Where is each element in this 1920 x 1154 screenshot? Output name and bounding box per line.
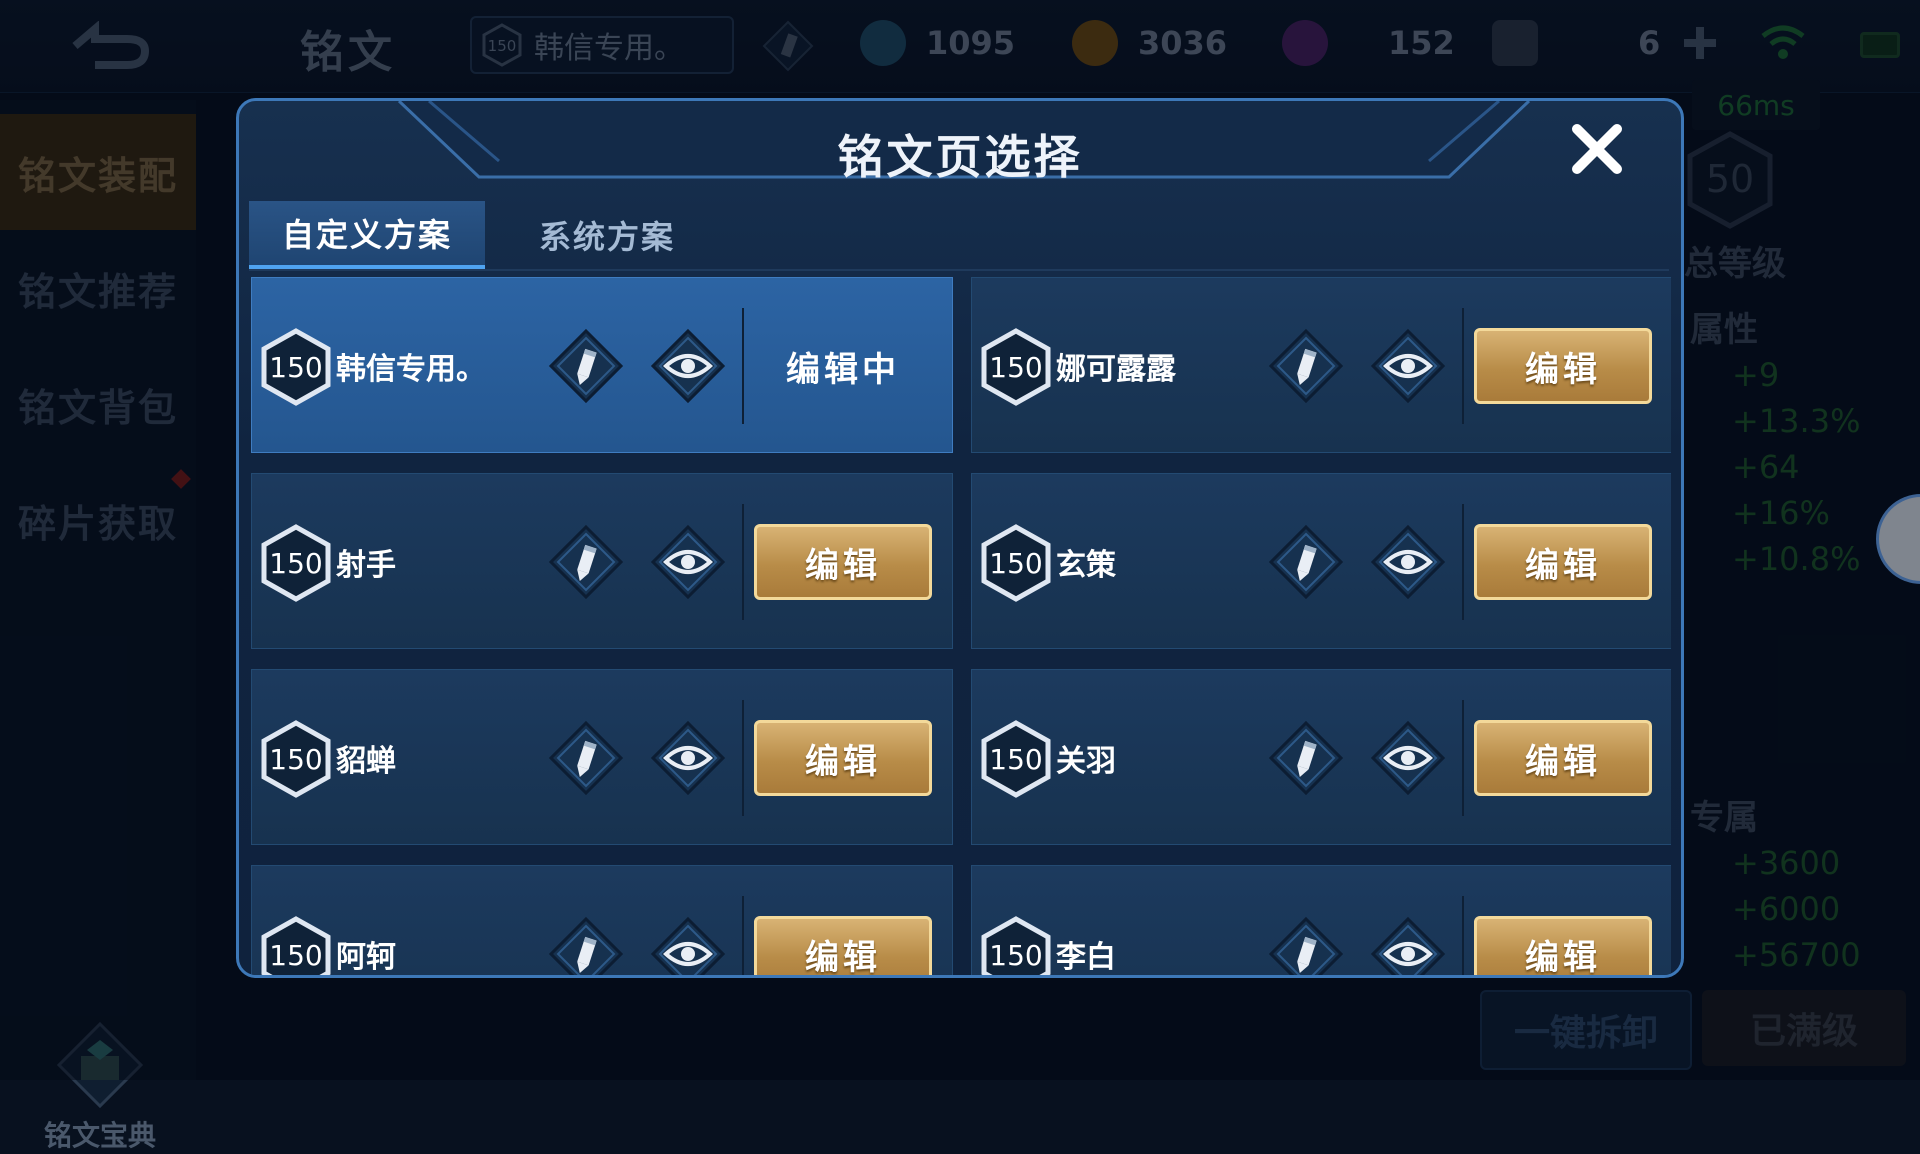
rune-page-grid: 150 韩信专用。 编辑中 150 娜可露露 编辑 150 射手 编辑 150 玄策 编辑 150 貂蝉编…: [251, 277, 1671, 977]
preview-eye-icon[interactable]: [1370, 524, 1446, 600]
card-divider: [1462, 308, 1464, 424]
rune-page-card[interactable]: 150 貂蝉 编辑: [251, 669, 953, 845]
rename-pencil-icon[interactable]: [548, 524, 624, 600]
page-level: 150: [989, 939, 1042, 972]
card-divider: [742, 504, 744, 620]
edit-button[interactable]: 编辑: [1474, 916, 1652, 975]
rename-pencil-icon[interactable]: [548, 916, 624, 977]
page-name: 貂蝉: [336, 744, 396, 779]
dialog-header: 铭文页选择: [239, 101, 1681, 195]
rune-page-card[interactable]: 150 玄策 编辑: [971, 473, 1671, 649]
rune-page-card[interactable]: 150 射手 编辑: [251, 473, 953, 649]
rename-pencil-icon[interactable]: [1268, 720, 1344, 796]
close-icon[interactable]: [1569, 121, 1625, 177]
page-level: 150: [989, 351, 1042, 384]
preview-eye-icon[interactable]: [1370, 720, 1446, 796]
page-name: 关羽: [1056, 744, 1116, 779]
edit-button[interactable]: 编辑: [754, 524, 932, 600]
level-hexagon-icon: 150: [981, 916, 1051, 975]
level-hexagon-icon: 150: [981, 720, 1051, 798]
preview-eye-icon[interactable]: [650, 524, 726, 600]
card-divider: [742, 700, 744, 816]
rename-pencil-icon[interactable]: [1268, 328, 1344, 404]
card-divider: [742, 308, 744, 424]
rune-page-card[interactable]: 150 李白 编辑: [971, 865, 1671, 977]
codex-label: 铭文宝典: [43, 1119, 156, 1152]
card-divider: [1462, 700, 1464, 816]
card-divider: [1462, 504, 1464, 620]
page-level: 150: [989, 547, 1042, 580]
preview-eye-icon[interactable]: [650, 916, 726, 977]
page-name: 阿轲: [336, 940, 396, 975]
level-hexagon-icon: 150: [261, 916, 331, 975]
rename-pencil-icon[interactable]: [548, 720, 624, 796]
dialog-title: 铭文页选择: [837, 130, 1083, 184]
level-hexagon-icon: 150: [261, 720, 331, 798]
edit-button[interactable]: 编辑: [754, 720, 932, 796]
page-level: 150: [269, 939, 322, 972]
preview-eye-icon[interactable]: [650, 720, 726, 796]
level-hexagon-icon: 150: [981, 328, 1051, 406]
page-name: 娜可露露: [1056, 352, 1176, 387]
preview-eye-icon[interactable]: [1370, 328, 1446, 404]
page-level: 150: [989, 743, 1042, 776]
rename-pencil-icon[interactable]: [1268, 916, 1344, 977]
edit-button[interactable]: 编辑: [1474, 524, 1652, 600]
preview-eye-icon[interactable]: [650, 328, 726, 404]
page-name: 李白: [1056, 940, 1116, 975]
preview-eye-icon[interactable]: [1370, 916, 1446, 977]
edit-button[interactable]: 编辑: [754, 916, 932, 975]
page-name: 玄策: [1056, 548, 1116, 583]
edit-button[interactable]: 编辑: [1474, 720, 1652, 796]
rune-page-select-dialog: 铭文页选择 自定义方案 系统方案 150 韩信专用。 编辑中 150 娜可露露 编辑 150…: [236, 98, 1684, 978]
level-hexagon-icon: 150: [981, 524, 1051, 602]
page-level: 150: [269, 547, 322, 580]
rune-page-card[interactable]: 150 韩信专用。 编辑中: [251, 277, 953, 453]
rename-pencil-icon[interactable]: [548, 328, 624, 404]
dialog-tabs: 自定义方案 系统方案: [249, 201, 1669, 271]
card-divider: [742, 896, 744, 975]
tab-system-plans[interactable]: 系统方案: [489, 201, 725, 269]
page-level: 150: [269, 743, 322, 776]
edit-button[interactable]: 编辑: [1474, 328, 1652, 404]
level-hexagon-icon: 150: [261, 524, 331, 602]
editing-status: 编辑中: [786, 349, 900, 390]
rename-pencil-icon[interactable]: [1268, 524, 1344, 600]
card-divider: [1462, 896, 1464, 975]
page-name: 韩信专用。: [336, 352, 486, 387]
rune-page-card[interactable]: 150 阿轲 编辑: [251, 865, 953, 977]
rune-page-card[interactable]: 150 关羽 编辑: [971, 669, 1671, 845]
level-hexagon-icon: 150: [261, 328, 331, 406]
page-level: 150: [269, 351, 322, 384]
tab-custom-plans[interactable]: 自定义方案: [249, 201, 485, 269]
rune-page-card[interactable]: 150 娜可露露 编辑: [971, 277, 1671, 453]
page-name: 射手: [336, 548, 396, 583]
